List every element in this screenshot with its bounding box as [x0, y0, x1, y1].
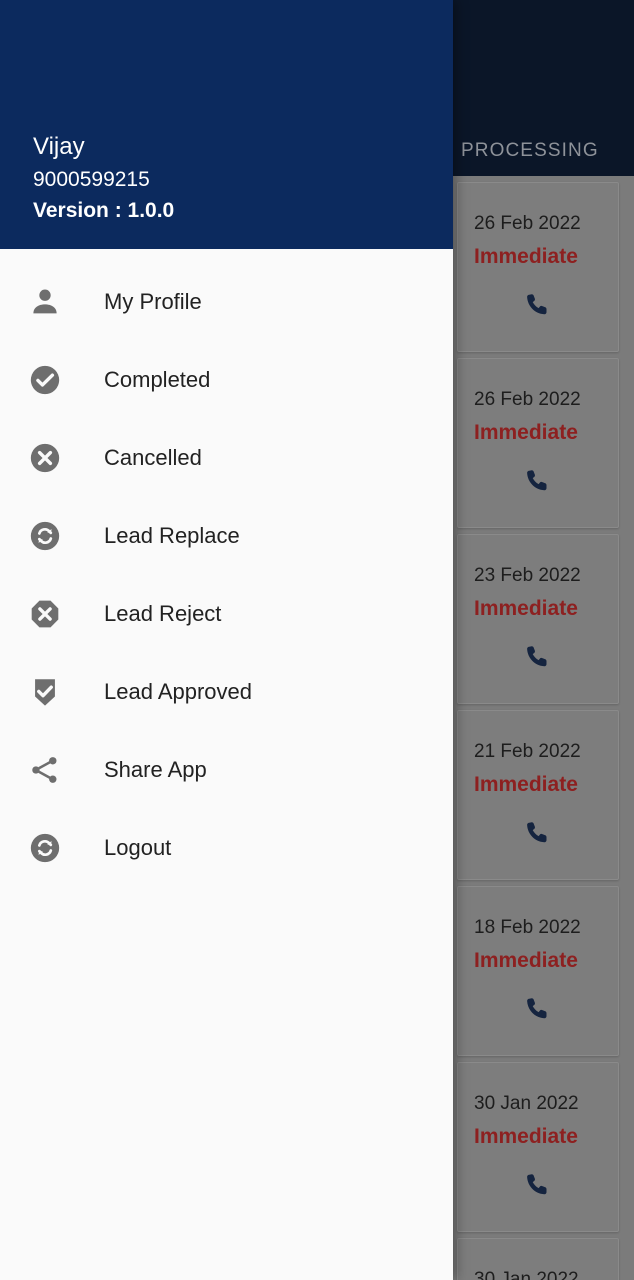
- app-bar: PROCESSING: [453, 0, 634, 176]
- drawer-item-label: Lead Replace: [104, 523, 240, 548]
- close-circle-icon: [25, 438, 65, 478]
- person-icon: [25, 282, 65, 322]
- lead-card-priority: Immediate: [474, 1125, 578, 1148]
- lead-card-date: 23 Feb 2022: [474, 565, 581, 586]
- lead-card[interactable]: 30 Jan 2022 Immediate: [457, 1062, 619, 1232]
- drawer-item-lead-reject[interactable]: Lead Reject: [0, 575, 453, 653]
- phone-icon[interactable]: [524, 819, 554, 849]
- sync-circle-icon: [25, 828, 65, 868]
- check-circle-icon: [25, 360, 65, 400]
- drawer-item-share-app[interactable]: Share App: [0, 731, 453, 809]
- lead-card-priority: Immediate: [474, 949, 578, 972]
- lead-card[interactable]: 26 Feb 2022 Immediate: [457, 358, 619, 528]
- drawer-menu-list: My Profile Completed Cancelled Lead Repl…: [0, 249, 453, 1280]
- lead-card-priority: Immediate: [474, 245, 578, 268]
- lead-card-date: 21 Feb 2022: [474, 741, 581, 762]
- lead-card-date: 30 Jan 2022: [474, 1093, 579, 1114]
- drawer-item-label: Lead Approved: [104, 679, 253, 704]
- drawer-item-label: Completed: [104, 367, 211, 392]
- drawer-item-label: Share App: [104, 757, 207, 782]
- phone-icon[interactable]: [524, 643, 554, 673]
- lead-card-date: 18 Feb 2022: [474, 917, 581, 938]
- phone-icon[interactable]: [524, 995, 554, 1025]
- share-icon: [25, 750, 65, 790]
- shield-check-icon: [25, 672, 65, 712]
- drawer-item-label: Cancelled: [104, 445, 202, 470]
- lead-card[interactable]: 30 Jan 2022Immediate: [457, 1238, 619, 1280]
- drawer-item-label: My Profile: [104, 289, 202, 314]
- drawer-item-my-profile[interactable]: My Profile: [0, 263, 453, 341]
- drawer-user-phone: 9000599215: [33, 168, 150, 191]
- lead-card-list[interactable]: 26 Feb 2022 Immediate 26 Feb 2022 Immediat…: [453, 176, 634, 1280]
- phone-icon[interactable]: [524, 291, 554, 321]
- drawer-item-lead-approved[interactable]: Lead Approved: [0, 653, 453, 731]
- lead-card[interactable]: 23 Feb 2022 Immediate: [457, 534, 619, 704]
- drawer-item-completed[interactable]: Completed: [0, 341, 453, 419]
- navigation-drawer: Vijay 9000599215 Version : 1.0.0 My Prof…: [0, 0, 453, 1280]
- drawer-header: Vijay 9000599215 Version : 1.0.0: [0, 0, 453, 249]
- drawer-app-version: Version : 1.0.0: [33, 199, 175, 222]
- lead-card[interactable]: 21 Feb 2022 Immediate: [457, 710, 619, 880]
- drawer-item-cancelled[interactable]: Cancelled: [0, 419, 453, 497]
- lead-card[interactable]: 26 Feb 2022 Immediate: [457, 182, 619, 352]
- drawer-item-label: Lead Reject: [104, 601, 222, 626]
- tab-strip: PROCESSING: [453, 140, 634, 162]
- drawer-item-label: Logout: [104, 835, 172, 860]
- tab-processing[interactable]: PROCESSING: [461, 140, 599, 161]
- lead-card-date: 26 Feb 2022: [474, 389, 581, 410]
- lead-card[interactable]: 18 Feb 2022 Immediate: [457, 886, 619, 1056]
- lead-card-priority: Immediate: [474, 597, 578, 620]
- close-octagon-icon: [25, 594, 65, 634]
- lead-card-date: 26 Feb 2022: [474, 213, 581, 234]
- drawer-item-logout[interactable]: Logout: [0, 809, 453, 887]
- lead-card-priority: Immediate: [474, 773, 578, 796]
- phone-icon[interactable]: [524, 1171, 554, 1201]
- lead-card-date: 30 Jan 2022: [474, 1269, 579, 1280]
- lead-card-priority: Immediate: [474, 421, 578, 444]
- drawer-item-lead-replace[interactable]: Lead Replace: [0, 497, 453, 575]
- sync-circle-icon: [25, 516, 65, 556]
- phone-icon[interactable]: [524, 467, 554, 497]
- drawer-user-name: Vijay: [33, 133, 85, 160]
